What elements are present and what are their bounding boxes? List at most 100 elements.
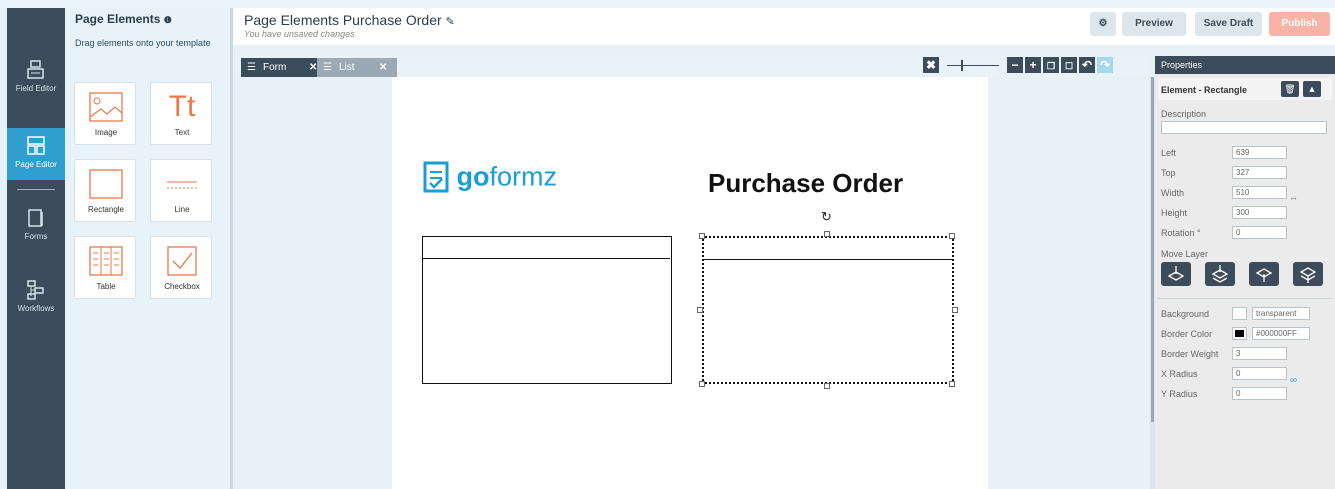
resize-handle[interactable]: [697, 307, 703, 313]
properties-divider: [1158, 298, 1332, 299]
tile-label: Rectangle: [87, 205, 125, 214]
table-icon: [89, 246, 123, 276]
settings-button[interactable]: ⚙: [1090, 12, 1116, 36]
tile-line[interactable]: Line: [150, 159, 212, 222]
border-color-label: Border Color: [1161, 329, 1213, 339]
nav-page-editor[interactable]: Page Editor: [7, 128, 65, 180]
purchase-order-heading[interactable]: Purchase Order: [708, 168, 903, 199]
lock-button[interactable]: ▲: [1303, 81, 1321, 97]
send-backward-button[interactable]: [1205, 262, 1235, 286]
link-radius-icon[interactable]: ∞: [1290, 375, 1297, 386]
properties-header: Properties: [1155, 56, 1335, 74]
background-swatch[interactable]: [1232, 307, 1247, 320]
gear-icon: ⚙: [1098, 18, 1108, 29]
y-radius-field[interactable]: 0: [1232, 387, 1287, 400]
list-icon: ☰: [323, 62, 332, 73]
top-label: Top: [1161, 168, 1176, 178]
send-to-back-button[interactable]: [1161, 262, 1191, 286]
tile-rectangle[interactable]: Rectangle: [74, 159, 136, 222]
copy-button[interactable]: ❐: [1043, 57, 1059, 73]
logo-icon: [423, 161, 449, 193]
nav-forms[interactable]: Forms: [7, 208, 65, 248]
crossed-tools-icon: ✖: [925, 58, 937, 72]
nav-field-editor[interactable]: Field Editor: [7, 60, 65, 100]
rectangle-element[interactable]: [422, 236, 672, 384]
page-title[interactable]: Page Elements Purchase Order ✎: [244, 12, 455, 28]
bring-forward-button[interactable]: [1249, 262, 1279, 286]
delete-button[interactable]: 🗑: [1281, 81, 1299, 97]
resize-handle[interactable]: [952, 307, 958, 313]
tile-checkbox[interactable]: Checkbox: [150, 236, 212, 299]
field-editor-icon: [27, 60, 44, 79]
publish-button[interactable]: Publish: [1269, 12, 1330, 36]
zoom-slider[interactable]: [947, 65, 999, 66]
left-field[interactable]: 639: [1232, 146, 1287, 159]
left-label: Left: [1161, 148, 1177, 158]
border-color-field[interactable]: #000000FF: [1252, 327, 1310, 340]
close-icon[interactable]: ✕: [379, 58, 387, 77]
fit-toggle-button[interactable]: ✖: [923, 57, 939, 73]
nav-workflows[interactable]: Workflows: [7, 280, 65, 320]
canvas-scroll-thumb[interactable]: [1151, 77, 1154, 422]
link-aspect-icon[interactable]: ↔: [1289, 192, 1298, 202]
page-elements-panel: Page Elements ❶ Drag elements onto your …: [65, 8, 230, 489]
height-label: Height: [1161, 208, 1188, 218]
width-field[interactable]: 510: [1232, 186, 1287, 199]
panel-title: Page Elements ❶: [75, 12, 172, 26]
border-weight-field[interactable]: 3: [1232, 347, 1287, 360]
height-field[interactable]: 300: [1232, 206, 1287, 219]
tile-image[interactable]: Image: [74, 82, 136, 145]
rotation-field[interactable]: 0: [1232, 226, 1287, 239]
tile-label: Checkbox: [164, 282, 200, 291]
resize-handle[interactable]: [824, 231, 830, 237]
resize-handle[interactable]: [949, 381, 955, 387]
undo-icon: ↶: [1081, 58, 1093, 72]
x-radius-field[interactable]: 0: [1232, 367, 1287, 380]
info-icon[interactable]: ❶: [164, 15, 172, 25]
selected-rectangle-element[interactable]: [702, 236, 954, 384]
rectangle-divider: [423, 258, 670, 259]
plus-icon: +: [1029, 58, 1037, 72]
redo-button[interactable]: ↷: [1097, 57, 1113, 73]
text-icon: Tt: [168, 90, 196, 123]
tile-label: Line: [174, 205, 190, 214]
paste-button[interactable]: ☐: [1061, 57, 1077, 73]
y-radius-label: Y Radius: [1161, 389, 1198, 399]
layer-stack-icon: [1211, 265, 1229, 283]
preview-button[interactable]: Preview: [1122, 12, 1186, 36]
pencil-icon[interactable]: ✎: [446, 16, 455, 28]
image-icon: [89, 92, 123, 122]
undo-button[interactable]: ↶: [1079, 57, 1095, 73]
resize-handle[interactable]: [699, 233, 705, 239]
rotation-label: Rotation °: [1161, 228, 1201, 238]
top-field[interactable]: 327: [1232, 166, 1287, 179]
zoom-slider-handle[interactable]: [961, 60, 963, 71]
layer-top-icon: [1299, 267, 1317, 283]
background-field[interactable]: transparent: [1252, 307, 1310, 320]
resize-handle[interactable]: [949, 233, 955, 239]
border-color-swatch[interactable]: [1232, 327, 1247, 340]
nav-divider: [17, 189, 55, 190]
workflows-icon: [27, 280, 44, 300]
page-editor-icon: [27, 136, 45, 155]
rotate-handle-icon[interactable]: ↻: [821, 209, 832, 225]
template-page[interactable]: goformz Purchase Order ↻: [392, 77, 988, 489]
goformz-logo[interactable]: goformz: [422, 160, 557, 194]
tab-form[interactable]: ☰ Form ✕: [241, 58, 321, 77]
panel-subtitle: Drag elements onto your template: [75, 38, 211, 48]
tile-text[interactable]: Tt Text: [150, 82, 212, 145]
resize-handle[interactable]: [824, 383, 830, 389]
tile-table[interactable]: Table: [74, 236, 136, 299]
tile-label: Text: [174, 128, 190, 137]
bring-to-front-button[interactable]: [1293, 262, 1323, 286]
description-field[interactable]: [1161, 121, 1327, 134]
save-draft-button[interactable]: Save Draft: [1195, 12, 1262, 36]
border-weight-label: Border Weight: [1161, 349, 1219, 359]
x-radius-label: X Radius: [1161, 369, 1198, 379]
resize-handle[interactable]: [699, 381, 705, 387]
zoom-out-button[interactable]: −: [1007, 57, 1023, 73]
tab-list[interactable]: ☰ List ✕: [317, 58, 397, 77]
logo-text-bold: go: [456, 161, 490, 192]
logo-text-light: formz: [489, 161, 557, 192]
zoom-in-button[interactable]: +: [1025, 57, 1041, 73]
